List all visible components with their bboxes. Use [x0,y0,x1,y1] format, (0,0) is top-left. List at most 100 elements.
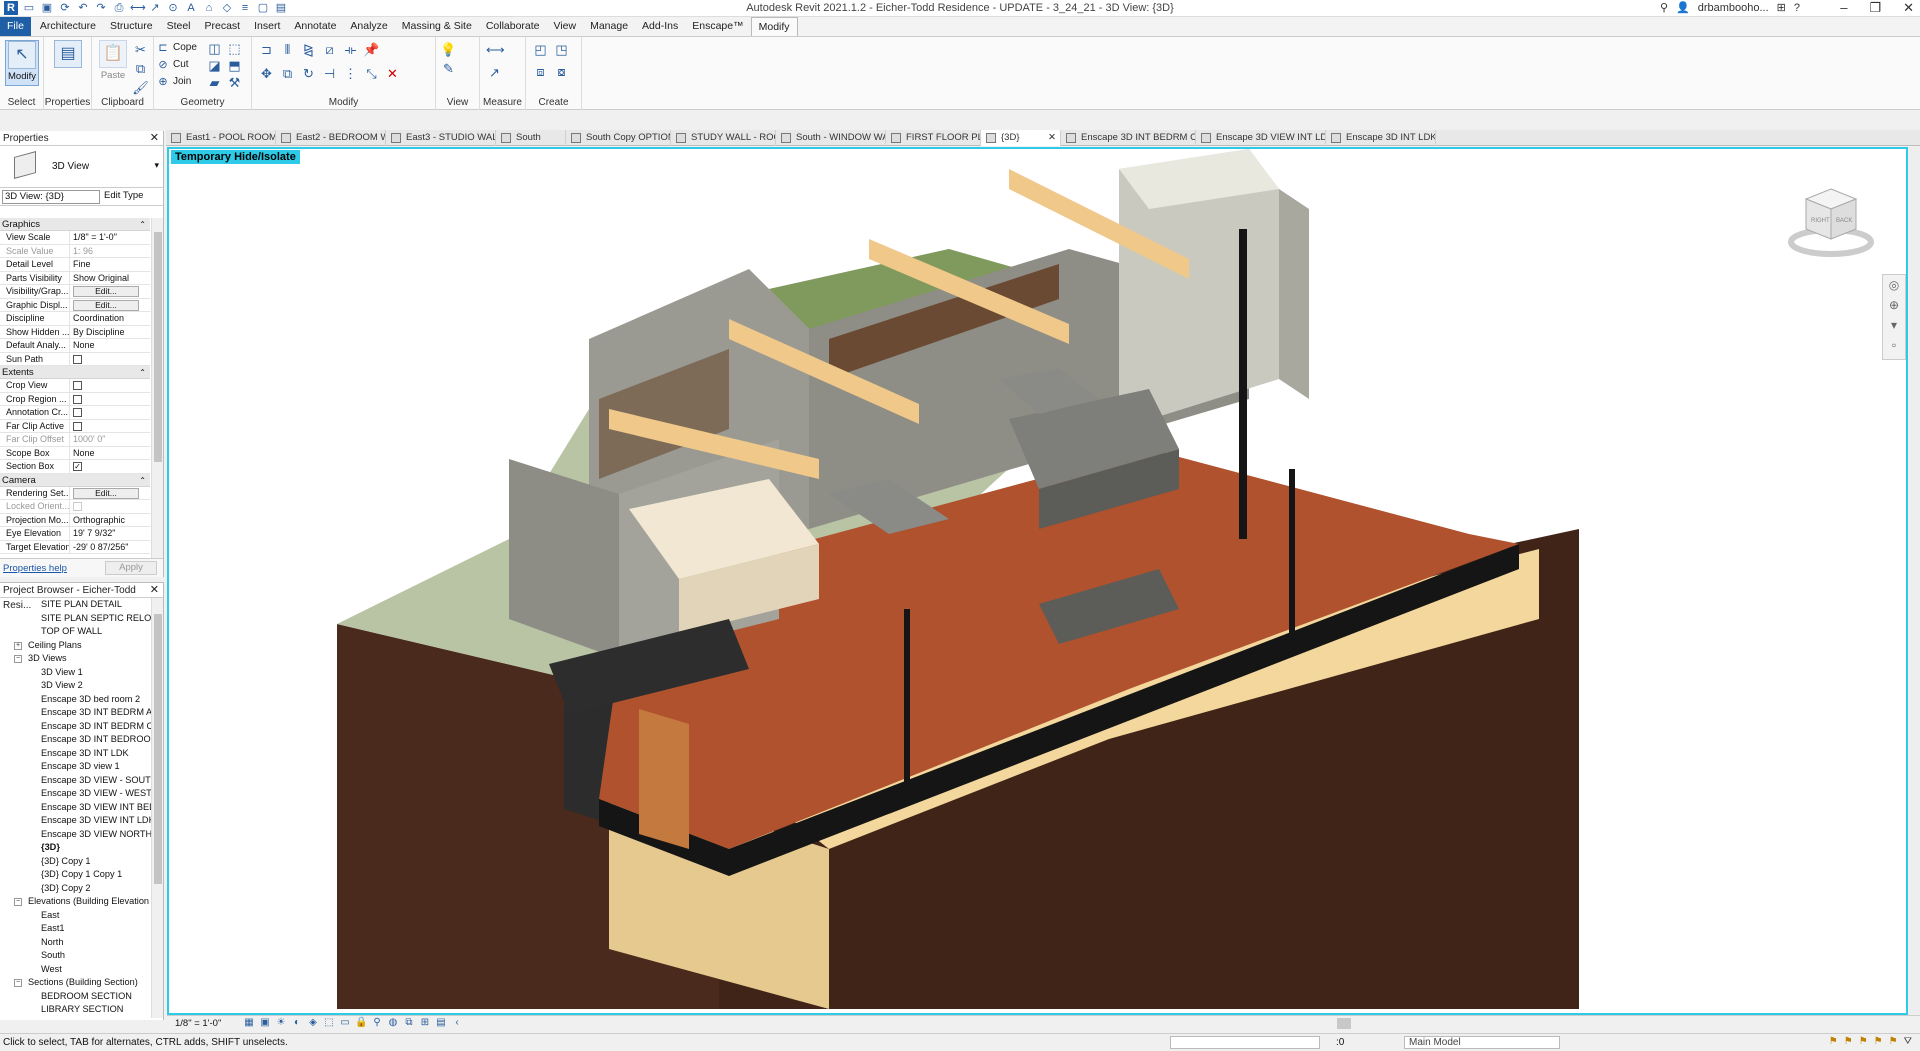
steering-wheel-icon[interactable]: ◎ [1883,275,1905,295]
match-properties-icon[interactable]: 🖌 [132,79,149,96]
drawing-canvas[interactable]: Temporary Hide/Isolate RIGHT BACK ◎ ⊕ ▾ … [167,147,1908,1015]
copy-clipboard-icon[interactable]: ⧉ [132,60,149,77]
tree-item[interactable]: Enscape 3D INT LDK [0,747,152,761]
expand-icon[interactable]: + [14,641,22,650]
ribbon-tab-modify[interactable]: Modify [750,17,798,36]
view-tab-enscape-3d-view-int-ldk-2[interactable]: Enscape 3D VIEW INT LDK 2 [1196,130,1326,146]
binoculars-icon[interactable]: ⚲ [1660,1,1668,14]
tree-item[interactable]: 3D View 2 [0,679,152,693]
tree-item[interactable]: {3D} Copy 1 [0,855,152,869]
tree-item[interactable]: {3D} [0,841,152,855]
ribbon-tab-add-ins[interactable]: Add-Ins [635,17,685,36]
demolish-icon[interactable]: ⬚ [226,40,243,57]
select-pinned-icon[interactable]: ⚑ [1859,1036,1868,1047]
tree-item[interactable]: Enscape 3D INT BEDRM C [0,720,152,734]
cart-icon[interactable]: ⊞ [1777,1,1786,14]
copy-icon[interactable]: ⧉ [279,65,296,82]
browser-scroll-thumb[interactable] [154,614,162,884]
visual-style-icon[interactable]: ▣ [259,1017,271,1029]
detail-level-icon[interactable]: ▦ [243,1017,255,1029]
wall-join-icon[interactable]: ◫ [206,40,223,57]
ribbon-tab-architecture[interactable]: Architecture [33,17,103,36]
split-icon[interactable]: ⟛ [342,41,359,58]
select-by-face-icon[interactable]: ⚑ [1874,1036,1883,1047]
hide-bulb-icon[interactable]: 💡 [440,41,457,58]
checkbox[interactable] [73,408,82,417]
paste-button[interactable]: 📋 Paste [96,40,130,86]
ribbon-tab-precast[interactable]: Precast [198,17,248,36]
cut-button[interactable]: ⊘ Cut [156,57,188,72]
view-tab-study-wall-roof-a[interactable]: STUDY WALL - ROOF A [671,130,776,146]
align-icon[interactable]: ⊐ [258,41,275,58]
tree-item[interactable]: Enscape 3D VIEW - SOUT [0,774,152,788]
tree-item[interactable]: BEDROOM SECTION [0,990,152,1004]
view-tab-south[interactable]: South [496,130,566,146]
split-face-icon[interactable]: ◪ [206,57,223,74]
drag-elements-icon[interactable]: ⚑ [1889,1036,1898,1047]
zoom-icon[interactable]: ⊕ [1883,295,1905,315]
properties-scroll-thumb[interactable] [154,232,162,462]
horizontal-scroll-thumb[interactable] [1337,1018,1351,1029]
collapse-tree-icon[interactable]: − [14,655,22,663]
property-value[interactable]: Fine [73,259,91,269]
property-value[interactable]: Orthographic [73,515,125,525]
view-cube-graphic[interactable]: RIGHT BACK [1786,184,1876,264]
tree-item[interactable]: {3D} Copy 1 Copy 1 [0,868,152,882]
close-icon[interactable]: ✕ [1903,0,1914,16]
select-links-icon[interactable]: ⚑ [1829,1036,1838,1047]
tree-item[interactable]: Enscape 3D VIEW INT BED [0,801,152,815]
tree-item[interactable]: Enscape 3D view 1 [0,760,152,774]
select-underlay-icon[interactable]: ⚑ [1844,1036,1853,1047]
filter-icon[interactable]: ⛛ [1904,1036,1912,1047]
view-tab-south-window-wall[interactable]: South - WINDOW WALL [776,130,886,146]
design-option-dropdown[interactable]: Main Model [1404,1036,1560,1049]
ribbon-tab-file[interactable]: File [0,17,31,36]
hammer-icon[interactable]: ⚒ [226,74,243,91]
tree-item[interactable]: {3D} Copy 2 [0,882,152,896]
close-properties-icon[interactable]: ✕ [150,131,159,146]
tree-item[interactable]: −3D Views [0,652,152,666]
view-tab-enscape-3d-int-ldk[interactable]: Enscape 3D INT LDK [1326,130,1436,146]
tree-item[interactable]: West [0,963,152,977]
3d-section-model[interactable] [169,149,1906,1013]
tree-item[interactable]: LIBRARY SECTION [0,1003,152,1017]
highlight-icon[interactable]: ▤ [435,1017,447,1029]
view-tab-east3-studio-wall[interactable]: East3 - STUDIO WALL [386,130,496,146]
zoom-dropdown-icon[interactable]: ▾ [1883,315,1905,335]
collapse-icon[interactable]: ⌃ [139,366,146,379]
properties-scrollbar[interactable] [151,218,163,558]
tree-item[interactable]: SITE PLAN SEPTIC RELOCA [0,612,152,626]
tree-item[interactable]: + Ceiling Plans [0,639,152,653]
properties-help-link[interactable]: Properties help [3,563,67,574]
ribbon-tab-analyze[interactable]: Analyze [343,17,394,36]
minimize-icon[interactable]: – [1840,0,1847,16]
collapse-tree-icon[interactable]: − [14,898,22,906]
checkbox[interactable] [73,354,82,364]
create-parts-icon[interactable]: ◳ [553,41,570,58]
scroll-left-icon[interactable]: ‹ [451,1017,463,1029]
temp-hide-icon[interactable]: ⚲ [371,1017,383,1029]
ribbon-tab-view[interactable]: View [547,17,584,36]
edit-button[interactable]: Edit... [73,286,139,297]
view-cube[interactable]: RIGHT BACK [1786,184,1876,264]
property-value[interactable]: Coordination [73,313,124,323]
tree-item[interactable]: 3D View 1 [0,666,152,680]
ribbon-tab-insert[interactable]: Insert [247,17,287,36]
property-value[interactable]: -29' 0 87/256" [73,542,128,552]
type-selector[interactable]: 3D View ▾ [0,146,163,188]
offset-icon[interactable]: ⫴ [279,41,296,58]
view-tab-enscape-3d-int-bedrm-center[interactable]: Enscape 3D INT BEDRM CENTER [1061,130,1196,146]
property-value[interactable]: Show Original [73,273,129,283]
tree-item[interactable]: − Sections (Building Section) [0,976,152,990]
collapse-tree-icon[interactable]: − [14,979,22,987]
mirror-pick-icon[interactable]: ⧎ [300,41,317,58]
property-section-camera[interactable]: Camera ⌃ [0,473,150,487]
trim-icon[interactable]: ⊣ [321,65,338,82]
ribbon-tab-annotate[interactable]: Annotate [287,17,343,36]
mirror-draw-icon[interactable]: ⧄ [321,41,338,58]
checkbox[interactable] [73,381,82,390]
view-scale[interactable]: 1/8" = 1'-0" [175,1018,221,1029]
tree-item[interactable]: Enscape 3D VIEW INT LDK [0,814,152,828]
tree-item[interactable]: Enscape 3D bed room 2 [0,693,152,707]
checkbox[interactable] [73,421,82,431]
